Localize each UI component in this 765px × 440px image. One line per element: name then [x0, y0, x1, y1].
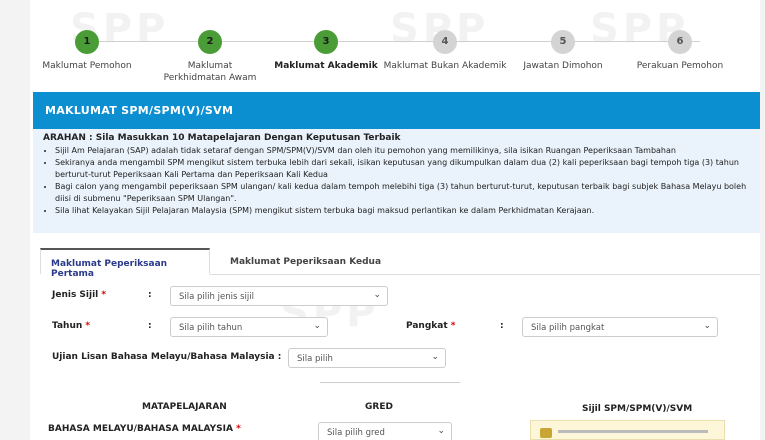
crest-icon	[540, 428, 552, 438]
section-header: MAKLUMAT SPM/SPM(V)/SVM	[33, 92, 760, 129]
instruction-item: Bagi calon yang mengambil peperiksaan SP…	[55, 181, 750, 205]
ujian-lisan-label: Ujian Lisan Bahasa Melayu/Bahasa Malaysi…	[52, 352, 282, 362]
wizard-stepper: 1 Maklumat Pemohon 2 Maklumat Perkhidmat…	[30, 26, 760, 96]
chevron-down-icon: ⌄	[437, 426, 445, 436]
exam-tabs: Maklumat Peperiksaan Pertama Maklumat Pe…	[40, 248, 760, 279]
instruction-item: Sila lihat Kelayakan Sijil Pelajaran Mal…	[55, 205, 750, 217]
subject-name: BAHASA MELAYU/BAHASA MALAYSIA	[48, 424, 233, 434]
step-5-circle: 5	[551, 30, 575, 54]
required-mark: *	[85, 321, 91, 331]
grade-value: Sila pilih gred	[327, 428, 385, 438]
step-3[interactable]: 3 Maklumat Akademik	[261, 26, 391, 72]
required-mark: *	[101, 290, 107, 300]
divider	[320, 382, 460, 383]
tahun-value: Sila pilih tahun	[179, 323, 243, 333]
pangkat-value: Sila pilih pangkat	[531, 323, 605, 333]
pangkat-select[interactable]: Sila pilih pangkat ⌄	[522, 317, 718, 337]
colon: :	[148, 321, 152, 331]
grade-select[interactable]: Sila pilih gred ⌄	[318, 422, 452, 440]
step-2[interactable]: 2 Maklumat Perkhidmatan Awam	[145, 26, 275, 84]
step-1-circle: 1	[75, 30, 99, 54]
step-5[interactable]: 5 Jawatan Dimohon	[498, 26, 628, 72]
subject-row-1-label: BAHASA MELAYU/BAHASA MALAYSIA *	[48, 424, 241, 434]
jenis-sijil-select[interactable]: Sila pilih jenis sijil ⌄	[170, 286, 388, 306]
pangkat-text: Pangkat	[406, 321, 448, 331]
ujian-lisan-value: Sila pilih	[297, 354, 333, 364]
jenis-sijil-text: Jenis Sijil	[52, 290, 99, 300]
page-container: SPP SPP SPP SPP 1 Maklumat Pemohon 2 Mak…	[30, 0, 760, 440]
step-6[interactable]: 6 Perakuan Pemohon	[615, 26, 745, 72]
chevron-down-icon: ⌄	[703, 321, 711, 331]
jenis-sijil-label: Jenis Sijil *	[52, 290, 106, 300]
instruction-item: Sekiranya anda mengambil SPM mengikut si…	[55, 157, 750, 181]
tab-second-exam[interactable]: Maklumat Peperiksaan Kedua	[220, 248, 391, 275]
jenis-sijil-value: Sila pilih jenis sijil	[179, 292, 254, 302]
instruction-item: Sijil Am Pelajaran (SAP) adalah tidak se…	[55, 145, 750, 157]
tab-first-exam[interactable]: Maklumat Peperiksaan Pertama	[40, 248, 210, 279]
step-6-label: Perakuan Pemohon	[636, 61, 724, 71]
step-2-circle: 2	[198, 30, 222, 54]
step-3-circle: 3	[314, 30, 338, 54]
step-4[interactable]: 4 Maklumat Bukan Akademik	[380, 26, 510, 72]
col-gred: GRED	[365, 402, 393, 412]
tahun-label: Tahun *	[52, 321, 90, 331]
chevron-down-icon: ⌄	[373, 290, 381, 300]
col-sijil: Sijil SPM/SPM(V)/SVM	[582, 404, 693, 414]
chevron-down-icon: ⌄	[313, 321, 321, 331]
step-6-circle: 6	[668, 30, 692, 54]
required-mark: *	[450, 321, 456, 331]
instructions-box: ARAHAN : Sila Masukkan 10 Matapelajaran …	[33, 129, 760, 233]
tahun-select[interactable]: Sila pilih tahun ⌄	[170, 317, 328, 337]
col-matapelajaran: MATAPELAJARAN	[142, 402, 227, 412]
step-1-label: Maklumat Pemohon	[42, 61, 132, 71]
tahun-text: Tahun	[52, 321, 83, 331]
colon: :	[500, 321, 504, 331]
instructions-title: ARAHAN : Sila Masukkan 10 Matapelajaran …	[43, 133, 401, 143]
step-1[interactable]: 1 Maklumat Pemohon	[22, 26, 152, 72]
colon: :	[148, 290, 152, 300]
chevron-down-icon: ⌄	[431, 352, 439, 362]
step-4-label: Maklumat Bukan Akademik	[383, 61, 507, 71]
certificate-header-line	[558, 430, 708, 433]
required-mark: *	[236, 424, 241, 434]
step-3-label: Maklumat Akademik	[274, 61, 378, 71]
ujian-lisan-select[interactable]: Sila pilih ⌄	[288, 348, 446, 368]
step-5-label: Jawatan Dimohon	[523, 61, 603, 71]
step-2-label: Maklumat Perkhidmatan Awam	[163, 61, 257, 83]
step-4-circle: 4	[433, 30, 457, 54]
instructions-list: Sijil Am Pelajaran (SAP) adalah tidak se…	[43, 145, 750, 217]
pangkat-label: Pangkat *	[406, 321, 456, 331]
